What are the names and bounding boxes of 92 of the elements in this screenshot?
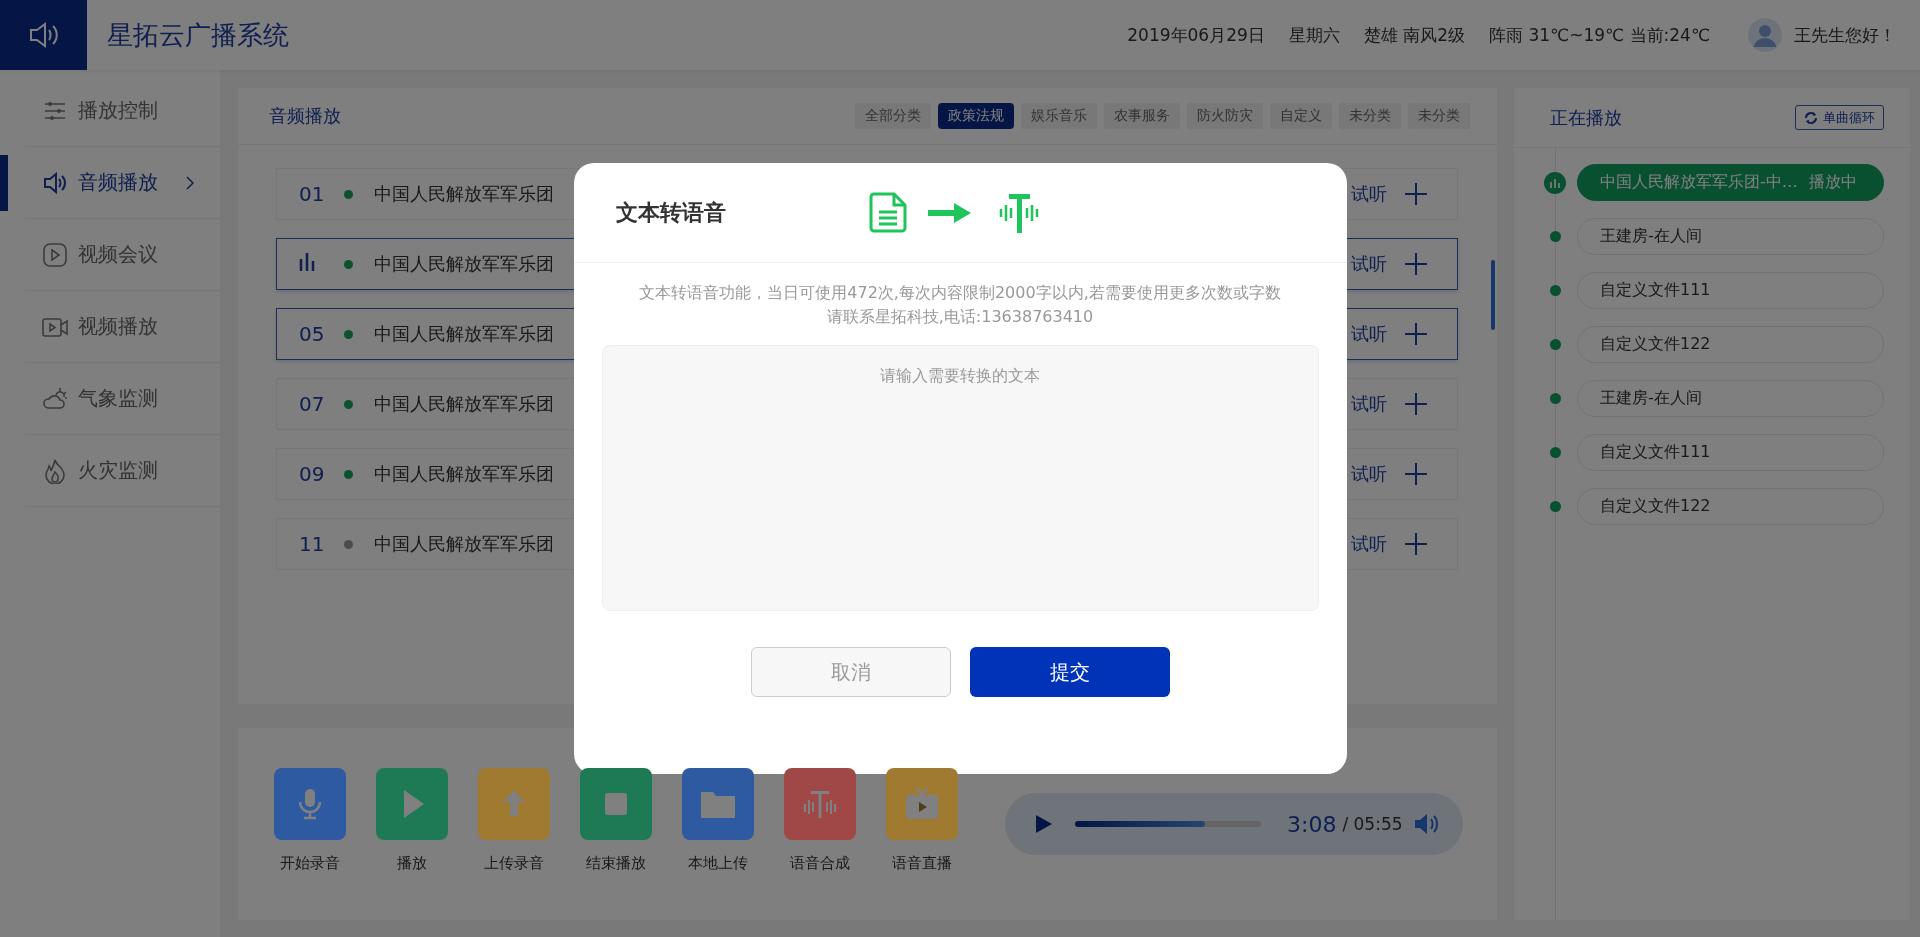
track-title: 中国人民解放军军乐团: [374, 392, 554, 416]
cloud-sun-icon: [42, 385, 68, 412]
add-icon[interactable]: [1405, 393, 1427, 415]
timeline-dot: [1549, 231, 1561, 242]
add-icon[interactable]: [1405, 253, 1427, 275]
timeline-dot: [1549, 501, 1561, 512]
tool-button[interactable]: 开始录音: [274, 768, 346, 873]
timeline-dot: [1549, 285, 1561, 296]
track-title: 自定义文件111: [1600, 442, 1711, 463]
flame-icon: [42, 457, 68, 484]
usage-notice: 文本转语音功能，当日可使用472次,每次内容限制2000字以内,若需要使用更多次数或字数: [638, 282, 1282, 304]
play-icon: [42, 241, 68, 268]
timeline-dot: [1549, 339, 1561, 350]
category-tab[interactable]: 防火防灾: [1187, 103, 1263, 129]
preview-link[interactable]: 试听: [1351, 252, 1387, 276]
preview-link[interactable]: 试听: [1351, 392, 1387, 416]
category-tab[interactable]: 未分类: [1339, 103, 1401, 129]
track-title: 王建房-在人间: [1600, 226, 1702, 247]
speaker-icon: [42, 169, 68, 196]
track-title: 中国人民解放军军乐团: [374, 462, 554, 486]
category-tab[interactable]: 农事服务: [1104, 103, 1180, 129]
usage-notice: 请联系星拓科技,电话:13638763410: [825, 306, 1095, 328]
track-title: 中国人民解放军军乐团: [374, 322, 554, 346]
scrollbar[interactable]: [1491, 260, 1495, 330]
progress-bar[interactable]: [1075, 821, 1261, 827]
sidebar-item[interactable]: 火灾监测: [0, 435, 220, 507]
tool-button[interactable]: 播放: [376, 768, 448, 873]
row-number: 11: [299, 532, 326, 556]
arrow-icon: [927, 202, 971, 223]
chevron-icon: [186, 175, 194, 190]
track-title: 中国人民解放军军乐团-中…: [1600, 172, 1798, 193]
tool-button[interactable]: 语音合成: [784, 768, 856, 873]
category-tab[interactable]: 娱乐音乐: [1021, 103, 1097, 129]
preview-link[interactable]: 试听: [1351, 462, 1387, 486]
row-number: 07: [299, 392, 326, 416]
text-input-field[interactable]: 请输入需要转换的文本: [601, 345, 1319, 611]
panel-title: 音频播放: [269, 104, 341, 128]
add-icon[interactable]: [1405, 323, 1427, 345]
track-title: 自定义文件122: [1600, 496, 1711, 517]
add-icon[interactable]: [1405, 183, 1427, 205]
sidebar-item[interactable]: 播放控制: [0, 75, 220, 147]
playlist-item[interactable]: 中国人民解放军军乐团-中… 播放中: [1577, 164, 1884, 201]
add-icon[interactable]: [1405, 533, 1427, 555]
row-number: 01: [299, 182, 326, 206]
tool-button[interactable]: 本地上传: [682, 768, 754, 873]
play-icon[interactable]: [1035, 814, 1053, 834]
track-title: 自定义文件111: [1600, 280, 1711, 301]
preview-link[interactable]: 试听: [1351, 532, 1387, 556]
track-title: 王建房-在人间: [1600, 388, 1702, 409]
panel-title: 正在播放: [1550, 105, 1622, 130]
document-icon: [868, 192, 907, 233]
text-to-speech-icon: [998, 192, 1039, 233]
avatar-icon[interactable]: [1748, 18, 1782, 52]
category-tab[interactable]: 全部分类: [855, 103, 931, 129]
track-title: 中国人民解放军军乐团: [374, 182, 554, 206]
weekday: 星期六: [1288, 23, 1340, 47]
add-icon[interactable]: [1405, 463, 1427, 485]
sidebar-item[interactable]: 音频播放: [0, 147, 220, 219]
timeline-dot: [1549, 447, 1561, 458]
preview-link[interactable]: 试听: [1351, 322, 1387, 346]
category-tab[interactable]: 自定义: [1270, 103, 1332, 129]
elapsed-time: 3:08: [1287, 811, 1337, 837]
row-number: 05: [299, 322, 326, 346]
weather-info: 阵雨 31℃~19℃ 当前:24℃: [1489, 23, 1710, 47]
category-tab[interactable]: 未分类: [1408, 103, 1470, 129]
status-label: 播放中: [1809, 172, 1857, 193]
app-title: 星拓云广播系统: [107, 18, 289, 52]
track-title: 自定义文件122: [1600, 334, 1711, 355]
preview-link[interactable]: 试听: [1351, 182, 1387, 206]
tool-button[interactable]: 语音直播: [886, 768, 958, 873]
greeting: 王先生您好！: [1794, 23, 1896, 47]
sidebar-item[interactable]: 视频播放: [0, 291, 220, 363]
volume-icon[interactable]: [1412, 811, 1439, 837]
timeline-dot: [1549, 393, 1561, 404]
loop-button[interactable]: 单曲循环: [1795, 105, 1884, 130]
wind-info: 楚雄 南风2级: [1363, 23, 1466, 47]
tool-button[interactable]: 结束播放: [580, 768, 652, 873]
sidebar-item[interactable]: 视频会议: [0, 219, 220, 291]
category-tab[interactable]: 政策法规: [938, 103, 1014, 129]
sidebar-item[interactable]: 气象监测: [0, 363, 220, 435]
submit-button[interactable]: 提交: [969, 647, 1170, 697]
cancel-button[interactable]: 取消: [750, 647, 951, 697]
track-title: 中国人民解放军军乐团: [374, 532, 554, 556]
row-number: 09: [299, 462, 326, 486]
track-title: 中国人民解放军军乐团: [374, 252, 554, 276]
tool-button[interactable]: 上传录音: [478, 768, 550, 873]
total-time: / 05:55: [1342, 814, 1403, 834]
equalizer-icon: [1544, 171, 1566, 194]
dialog-title: 文本转语音: [615, 198, 727, 227]
repeat-icon: [1804, 110, 1818, 125]
speaker-icon: [28, 22, 59, 48]
date: 2019年06月29日: [1127, 23, 1265, 47]
